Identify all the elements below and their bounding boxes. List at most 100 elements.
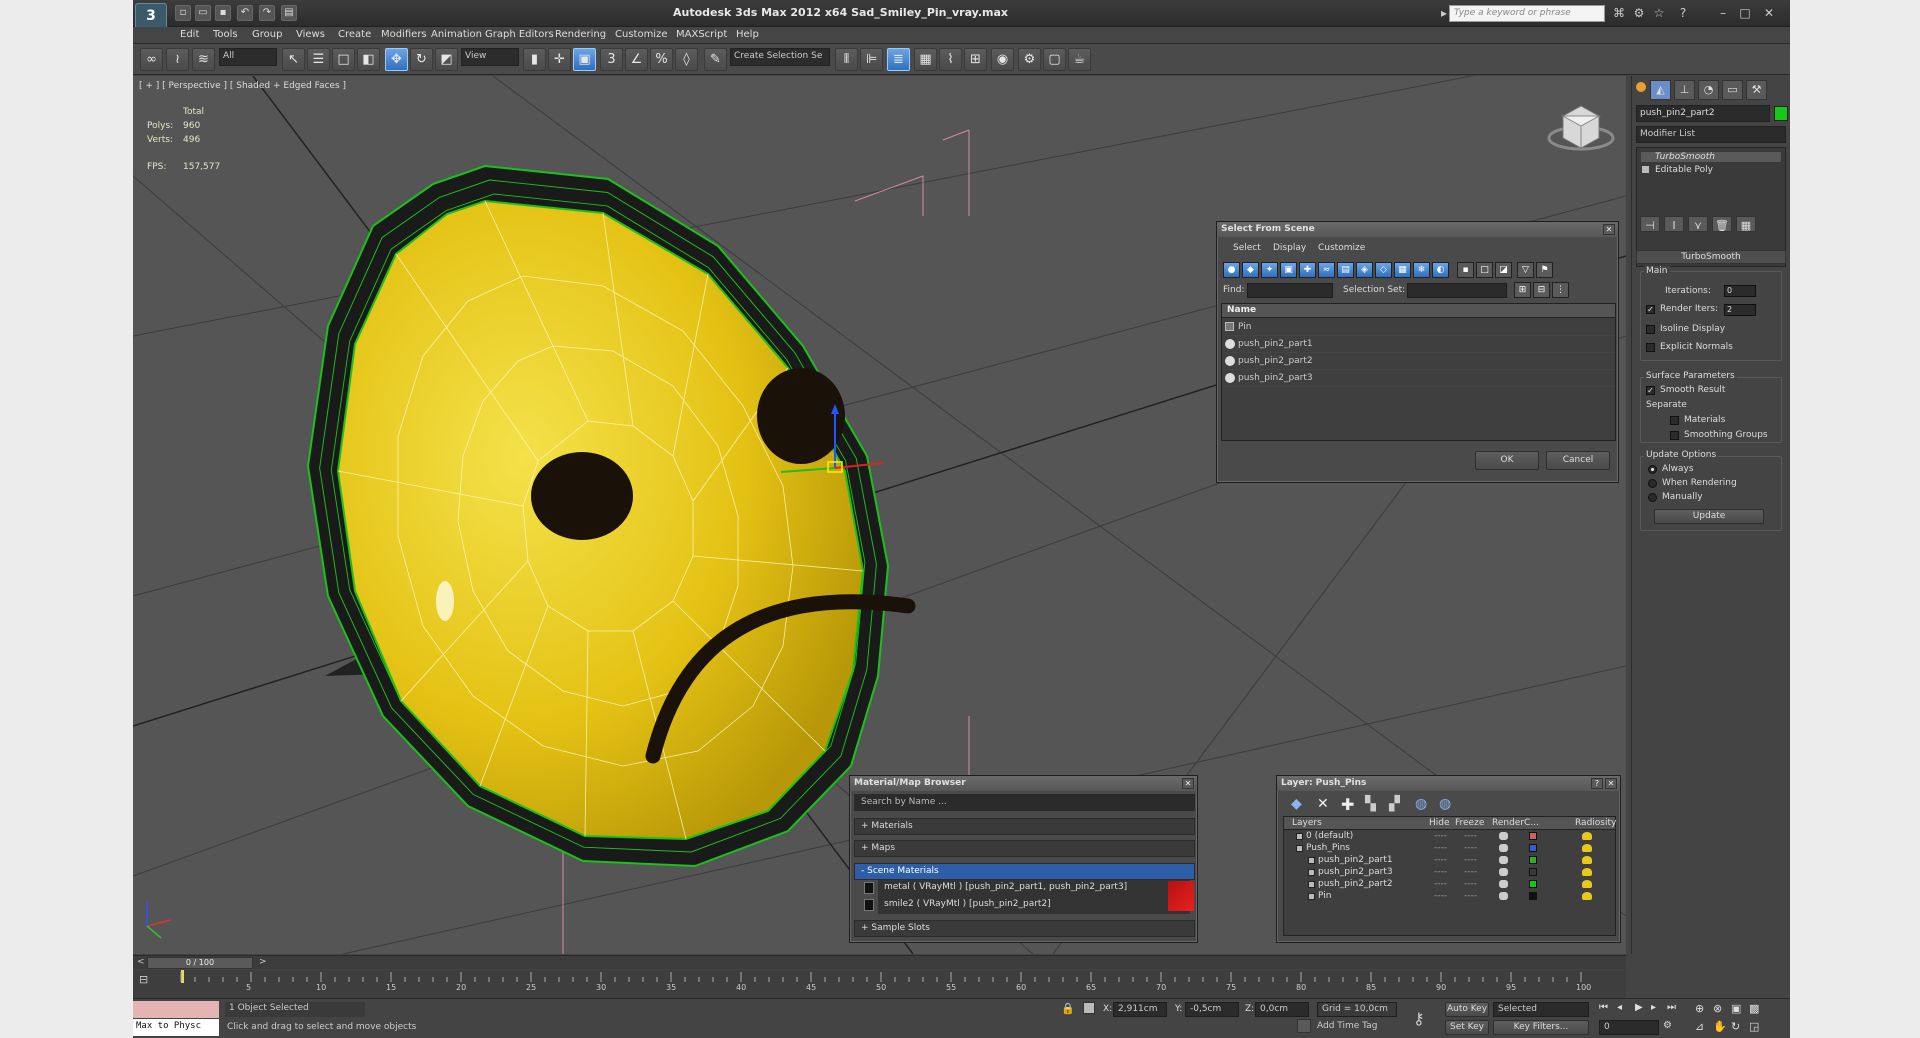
layer-freeze-cell[interactable]: ---- <box>1464 867 1477 877</box>
render-iters-checkbox[interactable]: ✓ <box>1646 305 1655 314</box>
create-layer-icon[interactable]: ◆ <box>1291 796 1302 812</box>
save-file-icon[interactable]: ▪ <box>215 5 231 21</box>
highlight-layer-icon[interactable]: ▞ <box>1389 796 1400 812</box>
zoom-icon[interactable]: ⊕ <box>1695 1002 1704 1015</box>
layer-row[interactable]: push_pin2_part1 ---- ---- <box>1284 855 1615 867</box>
object-name-field[interactable]: push_pin2_part2 <box>1636 105 1770 122</box>
layer-freeze-cell[interactable]: ---- <box>1464 891 1477 901</box>
motion-panel-tab-icon[interactable]: ◔ <box>1698 80 1719 100</box>
key-mode-dropdown[interactable]: Selected <box>1493 1002 1589 1017</box>
selection-filter-dropdown[interactable]: All <box>219 48 277 66</box>
key-filters-button[interactable]: Key Filters... <box>1493 1020 1589 1035</box>
filter-lights-icon[interactable]: ✦ <box>1261 262 1278 278</box>
maximize-viewport-icon[interactable]: ◲ <box>1749 1020 1759 1033</box>
hierarchy-icon[interactable]: ⋮ <box>1552 282 1569 298</box>
layer-hide-cell[interactable]: ---- <box>1434 879 1447 889</box>
render-teapot-icon[interactable] <box>1499 832 1508 840</box>
go-to-start-icon[interactable]: ⏮ <box>1599 1002 1608 1013</box>
section-materials[interactable]: + Materials <box>854 818 1195 835</box>
column-color[interactable]: C... <box>1524 818 1539 828</box>
object-color-swatch[interactable] <box>1774 106 1788 121</box>
separate-materials-checkbox[interactable] <box>1670 416 1679 425</box>
menu-create[interactable]: Create <box>338 29 371 40</box>
filter-shapes-icon[interactable]: ◆ <box>1242 262 1259 278</box>
play-icon[interactable]: ▶ <box>1635 1002 1643 1013</box>
render-teapot-icon[interactable] <box>1499 880 1508 888</box>
time-slider-track[interactable]: < 0 / 100 > <box>133 955 1626 969</box>
menu-views[interactable]: Views <box>296 29 325 40</box>
menu-modifiers[interactable]: Modifiers <box>381 29 427 40</box>
material-editor-icon[interactable]: ◉ <box>991 48 1014 71</box>
set-key-button[interactable]: Set Key <box>1445 1020 1489 1035</box>
render-iters-spinner[interactable]: 2 <box>1724 304 1756 316</box>
layer-row[interactable]: 0 (default) ---- ---- <box>1284 831 1615 843</box>
filter-bones-icon[interactable]: ◇ <box>1375 262 1392 278</box>
previous-frame-icon[interactable]: ◂ <box>1617 1002 1622 1013</box>
create-panel-icon[interactable] <box>1636 82 1646 92</box>
filter-frozen-icon[interactable]: ❄ <box>1413 262 1430 278</box>
modify-panel-tab-icon[interactable]: ◭ <box>1650 80 1671 100</box>
select-link-icon[interactable]: ∞ <box>140 48 163 71</box>
zoom-extents-icon[interactable]: ▣ <box>1731 1002 1741 1015</box>
close-icon[interactable]: ✕ <box>1182 778 1194 789</box>
render-teapot-icon[interactable] <box>1499 892 1508 900</box>
list-item[interactable]: push_pin2_part3 <box>1222 370 1615 387</box>
menu-maxscript[interactable]: MAXScript <box>676 29 727 40</box>
layer-manager-icon[interactable]: ≣ <box>887 48 910 71</box>
update-button[interactable]: Update <box>1654 509 1764 524</box>
undo-icon[interactable]: ↶ <box>237 5 253 21</box>
maxscript-listener-pink[interactable] <box>133 1001 219 1018</box>
hide-all-icon[interactable]: ◍ <box>1415 796 1427 812</box>
absolute-mode-icon[interactable] <box>1083 1002 1095 1014</box>
time-tag-icon[interactable] <box>1297 1019 1311 1033</box>
select-by-name-icon[interactable]: ☰ <box>307 48 330 71</box>
maxscript-mini-listener[interactable]: Max to Physc <box>133 1019 219 1036</box>
close-icon[interactable]: ✕ <box>1605 778 1617 789</box>
z-coordinate-field[interactable]: 0,0cm <box>1255 1002 1309 1017</box>
hierarchy-panel-tab-icon[interactable]: ⊥ <box>1674 80 1695 100</box>
menu-group[interactable]: Group <box>252 29 282 40</box>
ok-button[interactable]: OK <box>1475 451 1539 470</box>
binoculars-icon[interactable]: ⌘ <box>1611 5 1627 21</box>
layer-color-swatch[interactable] <box>1529 844 1537 852</box>
find-input[interactable] <box>1247 283 1333 298</box>
time-slider-thumb[interactable]: 0 / 100 <box>147 957 253 969</box>
rectangular-selection-icon[interactable]: □ <box>332 48 355 71</box>
material-browser-title[interactable]: Material/Map Browser <box>850 776 1197 791</box>
show-end-result-icon[interactable]: Ⅰ <box>1664 216 1684 232</box>
add-time-tag-button[interactable]: Add Time Tag <box>1317 1021 1377 1031</box>
set-key-mode-icon[interactable]: ⚷ <box>1413 1009 1425 1028</box>
unlink-icon[interactable]: ≀ <box>166 48 189 71</box>
section-sample-slots[interactable]: + Sample Slots <box>854 920 1195 937</box>
filter-xrefs-icon[interactable]: ◈ <box>1356 262 1373 278</box>
trackbar[interactable]: ⊟ 5 10 15 20 25 30 35 40 45 50 55 60 65 70 75 80 85 90 95 1… <box>133 970 1626 998</box>
utilities-panel-tab-icon[interactable]: ⚒ <box>1746 80 1767 100</box>
layer-hide-cell[interactable]: ---- <box>1434 891 1447 901</box>
select-manipulate-icon[interactable]: ✛ <box>548 48 571 71</box>
menu-help[interactable]: Help <box>736 29 759 40</box>
update-always-radio[interactable] <box>1648 465 1657 474</box>
radiosity-icon[interactable] <box>1582 832 1592 840</box>
modifier-list-dropdown[interactable]: Modifier List <box>1636 126 1786 143</box>
render-teapot-icon[interactable] <box>1499 868 1508 876</box>
subscription-icon[interactable]: ⚙ <box>1631 5 1647 21</box>
layer-hide-cell[interactable]: ---- <box>1434 843 1447 853</box>
filter-settings-icon[interactable]: ⚑ <box>1536 262 1553 278</box>
filter-groups-icon[interactable]: ▤ <box>1337 262 1354 278</box>
select-from-scene-title[interactable]: Select From Scene <box>1217 222 1618 237</box>
filter-funnel-icon[interactable]: ▽ <box>1517 262 1534 278</box>
lock-selection-icon[interactable]: 🔒 <box>1061 1002 1075 1015</box>
time-prev-icon[interactable]: < <box>137 957 145 967</box>
schematic-view-icon[interactable]: ⊞ <box>964 48 987 71</box>
snaps-toggle-icon[interactable]: 3 <box>600 48 623 71</box>
expand-all-icon[interactable]: ⊞ <box>1514 282 1531 298</box>
select-scale-icon[interactable]: ◩ <box>435 48 458 71</box>
layer-color-swatch[interactable] <box>1529 892 1537 900</box>
explicit-normals-checkbox[interactable] <box>1646 343 1655 352</box>
maximize-icon[interactable]: □ <box>1737 5 1753 21</box>
radiosity-icon[interactable] <box>1582 844 1592 852</box>
filter-cameras-icon[interactable]: ▣ <box>1280 262 1297 278</box>
current-frame-field[interactable]: 0 <box>1599 1020 1659 1035</box>
iterations-spinner[interactable]: 0 <box>1724 285 1756 297</box>
render-setup-icon[interactable]: ⚙ <box>1018 48 1041 71</box>
